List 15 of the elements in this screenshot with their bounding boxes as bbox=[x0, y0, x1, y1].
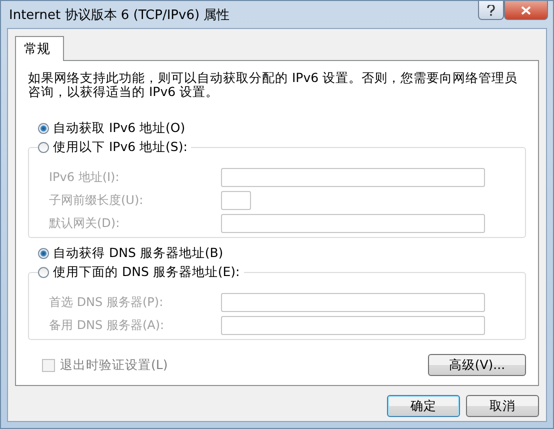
field-label: 子网前缀长度(U): bbox=[49, 192, 144, 209]
cancel-button[interactable]: 取消 bbox=[466, 395, 539, 417]
field-label: 备用 DNS 服务器(A): bbox=[49, 317, 166, 334]
close-icon bbox=[521, 6, 531, 14]
ok-button[interactable]: 确定 bbox=[387, 395, 460, 417]
tab[interactable]: 常规 bbox=[15, 36, 64, 61]
help-button[interactable] bbox=[478, 1, 504, 20]
field-label: 默认网关(D): bbox=[49, 215, 121, 232]
window-title: Internet 协议版本 6 (TCP/IPv6) 属性 bbox=[9, 6, 231, 24]
close-button[interactable] bbox=[504, 1, 548, 20]
field-label: 首选 DNS 服务器(P): bbox=[49, 294, 164, 311]
help-icon bbox=[487, 4, 495, 16]
field-label: IPv6 地址(I): bbox=[49, 169, 120, 186]
advanced-button[interactable]: 高级(V)... bbox=[428, 354, 526, 376]
description-text: 如果网络支持此功能，则可以自动获取分配的 IPv6 设置。否则，您需要向网络管理员咨询，以获得适当的 IPv6 设置。 bbox=[28, 71, 519, 99]
